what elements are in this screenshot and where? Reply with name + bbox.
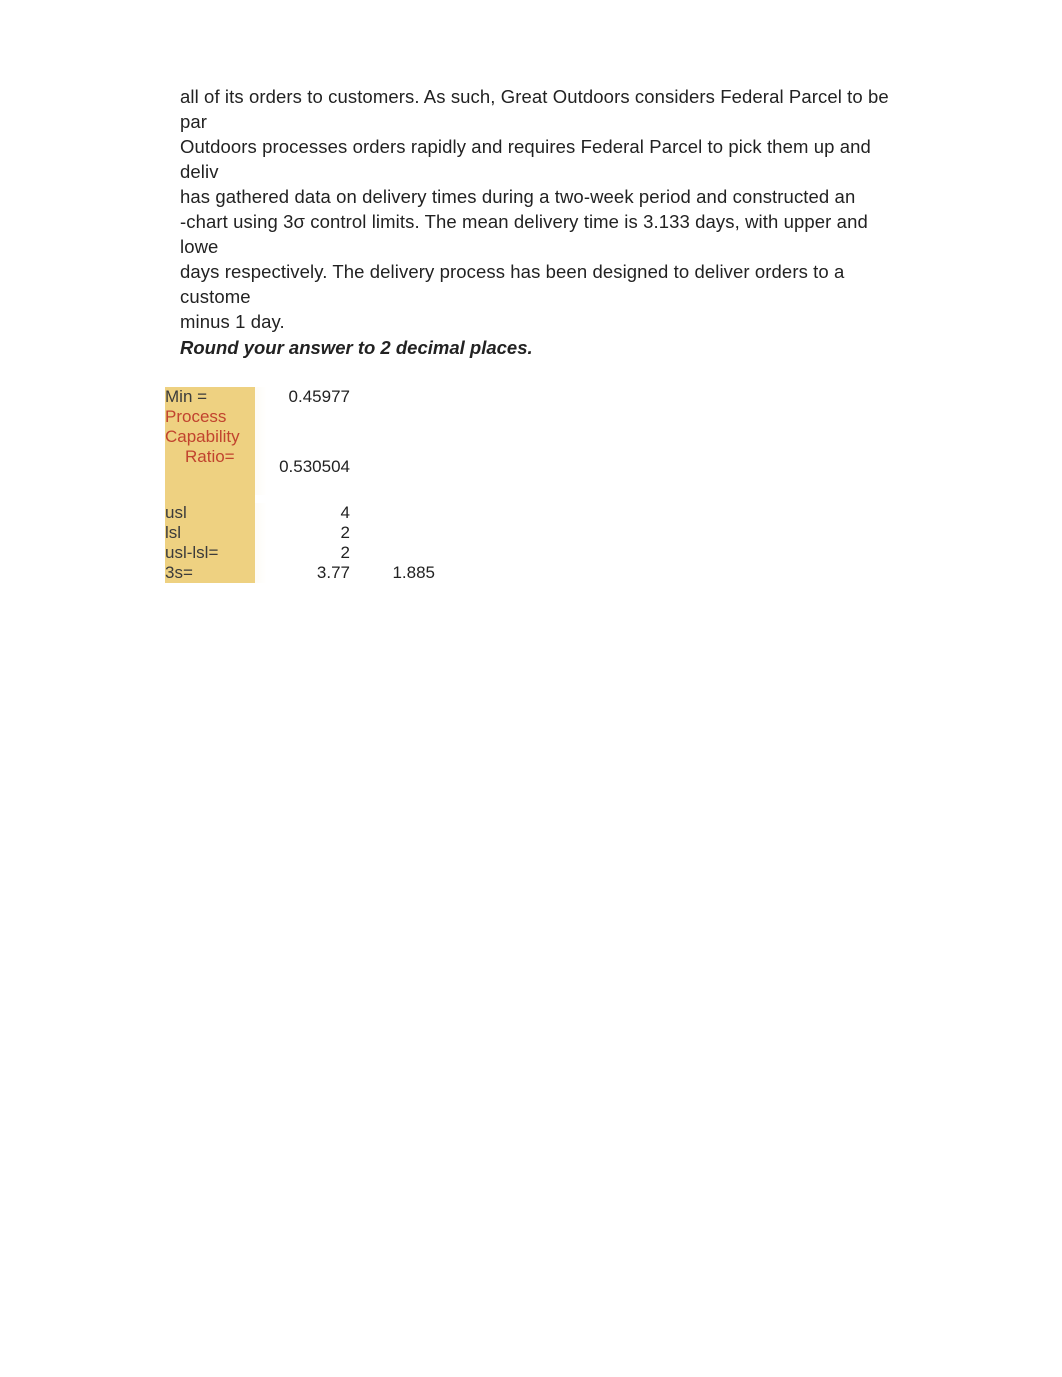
extra-usl [350, 503, 435, 523]
extra-lsl [350, 523, 435, 543]
extra-usl-minus-lsl [350, 543, 435, 563]
table-row: usl 4 [165, 503, 435, 523]
para-line: has gathered data on delivery times duri… [180, 186, 855, 207]
extra-3s: 1.885 [350, 563, 435, 583]
label-usl: usl [165, 503, 255, 523]
value-usl-minus-lsl: 2 [255, 543, 350, 563]
rounding-instruction: Round your answer to 2 decimal places. [180, 337, 1062, 359]
value-process-capability-ratio: 0.530504 [255, 407, 350, 495]
para-line: all of its orders to customers. As such,… [180, 86, 889, 132]
label-min: Min = [165, 387, 255, 407]
para-line: minus 1 day. [180, 311, 285, 332]
label-pcr-line3: Ratio= [165, 447, 235, 467]
table-row: lsl 2 [165, 523, 435, 543]
label-process-capability-ratio: Process Capability Ratio= [165, 407, 255, 495]
problem-paragraph: all of its orders to customers. As such,… [180, 85, 900, 335]
label-pcr-line2: Capability [165, 427, 240, 446]
table-row: usl-lsl= 2 [165, 543, 435, 563]
label-lsl: lsl [165, 523, 255, 543]
para-line: days respectively. The delivery process … [180, 261, 844, 307]
label-3s: 3s= [165, 563, 255, 583]
value-min: 0.45977 [255, 387, 350, 407]
para-line: Outdoors processes orders rapidly and re… [180, 136, 871, 182]
extra-pcr [350, 407, 435, 495]
calculation-table: Min = 0.45977 Process Capability Ratio= … [165, 387, 435, 583]
table-row: 3s= 3.77 1.885 [165, 563, 435, 583]
label-pcr-line1: Process [165, 407, 226, 426]
table-row: Process Capability Ratio= 0.530504 [165, 407, 435, 495]
table-row: Min = 0.45977 [165, 387, 435, 407]
label-usl-minus-lsl: usl-lsl= [165, 543, 255, 563]
value-lsl: 2 [255, 523, 350, 543]
extra-min [350, 387, 435, 407]
para-line: -chart using 3σ control limits. The mean… [180, 211, 868, 257]
value-3s: 3.77 [255, 563, 350, 583]
value-usl: 4 [255, 503, 350, 523]
